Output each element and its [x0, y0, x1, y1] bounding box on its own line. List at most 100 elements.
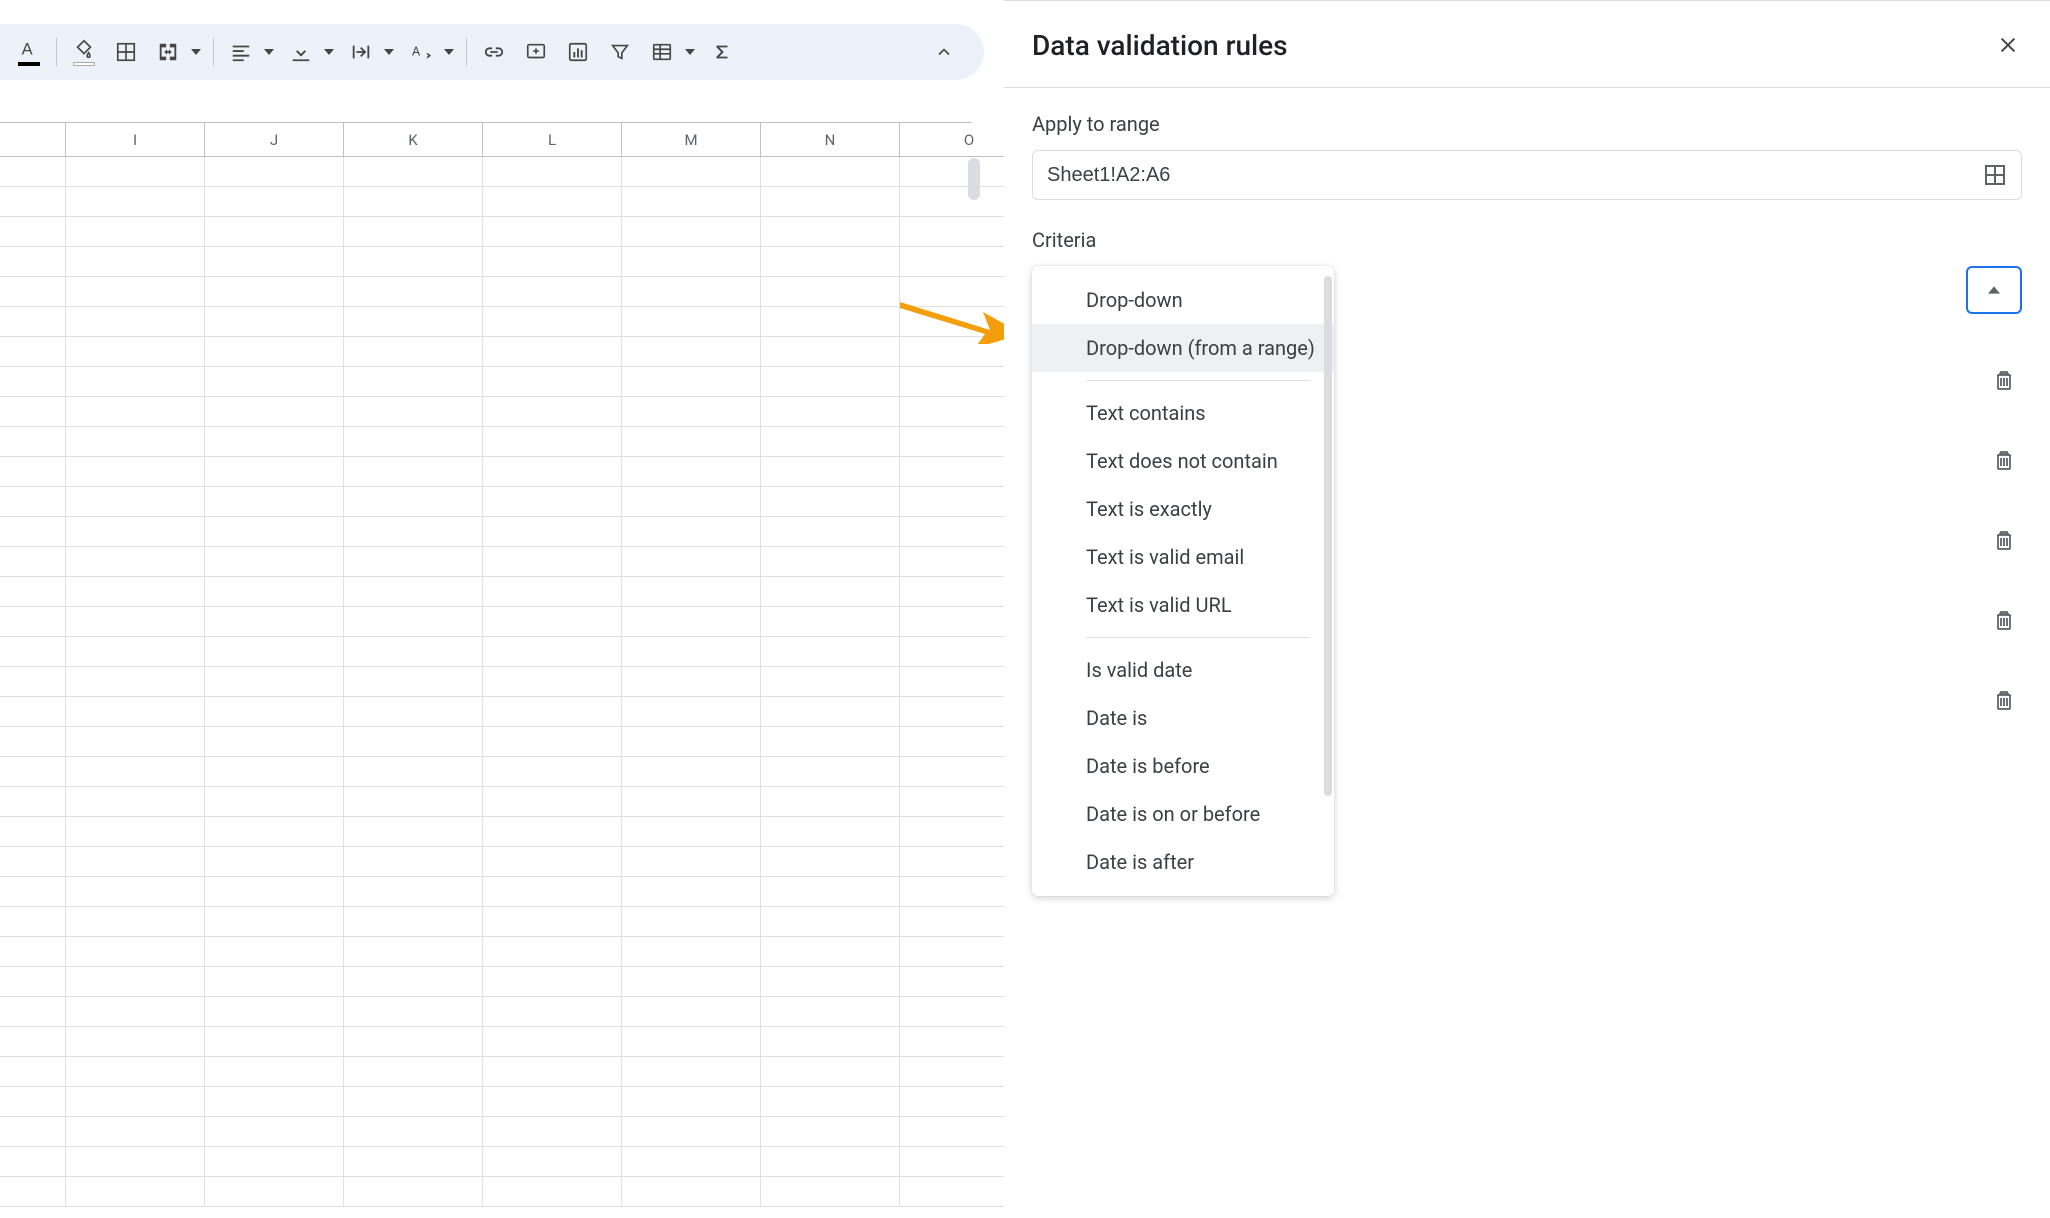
fill-color-button[interactable]	[66, 34, 102, 70]
cell[interactable]	[205, 817, 344, 847]
cell[interactable]	[205, 667, 344, 697]
cell[interactable]	[483, 1177, 622, 1207]
cell[interactable]	[66, 247, 205, 277]
cell[interactable]	[622, 277, 761, 307]
cell[interactable]	[622, 787, 761, 817]
cell[interactable]	[761, 307, 900, 337]
cell[interactable]	[205, 277, 344, 307]
cell[interactable]	[622, 877, 761, 907]
cell[interactable]	[205, 187, 344, 217]
cell[interactable]	[483, 577, 622, 607]
cell[interactable]	[205, 1177, 344, 1207]
cell[interactable]	[205, 247, 344, 277]
cell[interactable]	[0, 787, 66, 817]
cell[interactable]	[483, 367, 622, 397]
column-header[interactable]: M	[622, 123, 761, 157]
borders-button[interactable]	[108, 34, 144, 70]
cell[interactable]	[344, 217, 483, 247]
cell[interactable]	[483, 637, 622, 667]
cell[interactable]	[0, 217, 66, 247]
cell[interactable]	[205, 757, 344, 787]
vertical-scrollbar-thumb[interactable]	[968, 158, 980, 200]
functions-sigma-button[interactable]	[704, 34, 740, 70]
column-header[interactable]: L	[483, 123, 622, 157]
cell[interactable]	[344, 547, 483, 577]
cell[interactable]	[205, 907, 344, 937]
cell[interactable]	[0, 487, 66, 517]
cell[interactable]	[761, 187, 900, 217]
cell[interactable]	[483, 397, 622, 427]
cell[interactable]	[761, 667, 900, 697]
criteria-option[interactable]: Text is valid URL	[1032, 581, 1334, 629]
cell[interactable]	[344, 1027, 483, 1057]
text-wrap-button[interactable]	[343, 34, 379, 70]
cell[interactable]	[622, 937, 761, 967]
cell[interactable]	[66, 847, 205, 877]
cell[interactable]	[0, 307, 66, 337]
cell[interactable]	[344, 847, 483, 877]
cell[interactable]	[205, 787, 344, 817]
cell[interactable]	[761, 637, 900, 667]
cell[interactable]	[483, 217, 622, 247]
cell[interactable]	[205, 607, 344, 637]
cell[interactable]	[483, 937, 622, 967]
cell[interactable]	[344, 787, 483, 817]
cell[interactable]	[205, 847, 344, 877]
cell[interactable]	[0, 1087, 66, 1117]
cell[interactable]	[622, 367, 761, 397]
cell[interactable]	[483, 1027, 622, 1057]
cell[interactable]	[483, 1147, 622, 1177]
cell[interactable]	[483, 1117, 622, 1147]
cell[interactable]	[66, 607, 205, 637]
cell[interactable]	[205, 337, 344, 367]
cell[interactable]	[622, 757, 761, 787]
cell[interactable]	[483, 877, 622, 907]
cell[interactable]	[344, 1177, 483, 1207]
text-color-button[interactable]: A	[11, 34, 47, 70]
cell[interactable]	[205, 1027, 344, 1057]
cell[interactable]	[205, 967, 344, 997]
cell[interactable]	[761, 457, 900, 487]
cell[interactable]	[344, 907, 483, 937]
horizontal-align-button[interactable]	[223, 34, 259, 70]
cell[interactable]	[622, 1057, 761, 1087]
dropdown-scrollbar-thumb[interactable]	[1324, 276, 1332, 796]
cell[interactable]	[205, 547, 344, 577]
cell[interactable]	[205, 157, 344, 187]
cell[interactable]	[0, 547, 66, 577]
cell[interactable]	[483, 847, 622, 877]
cell[interactable]	[0, 607, 66, 637]
criteria-option[interactable]: Date is before	[1032, 742, 1334, 790]
cell[interactable]	[761, 1027, 900, 1057]
cell[interactable]	[761, 337, 900, 367]
cell[interactable]	[622, 667, 761, 697]
criteria-option[interactable]: Drop-down (from a range)	[1032, 324, 1334, 372]
cell[interactable]	[761, 937, 900, 967]
cell[interactable]	[344, 637, 483, 667]
filter-button[interactable]	[602, 34, 638, 70]
cell[interactable]	[205, 367, 344, 397]
cell[interactable]	[66, 997, 205, 1027]
cell[interactable]	[344, 817, 483, 847]
cell[interactable]	[205, 217, 344, 247]
spreadsheet-grid[interactable]: I J K L M N O	[0, 122, 972, 1218]
cell[interactable]	[761, 157, 900, 187]
cell[interactable]	[66, 277, 205, 307]
cell[interactable]	[344, 577, 483, 607]
vertical-align-dropdown[interactable]	[280, 34, 336, 70]
cell[interactable]	[0, 157, 66, 187]
cell[interactable]	[66, 1087, 205, 1117]
cell[interactable]	[761, 517, 900, 547]
cell[interactable]	[205, 577, 344, 607]
cell[interactable]	[66, 1147, 205, 1177]
cell[interactable]	[66, 1027, 205, 1057]
cell[interactable]	[66, 487, 205, 517]
cell[interactable]	[0, 697, 66, 727]
column-header[interactable]	[0, 123, 66, 157]
cell[interactable]	[66, 727, 205, 757]
cell[interactable]	[344, 517, 483, 547]
cell[interactable]	[622, 967, 761, 997]
cell[interactable]	[344, 367, 483, 397]
cell[interactable]	[761, 367, 900, 397]
cell[interactable]	[66, 1177, 205, 1207]
